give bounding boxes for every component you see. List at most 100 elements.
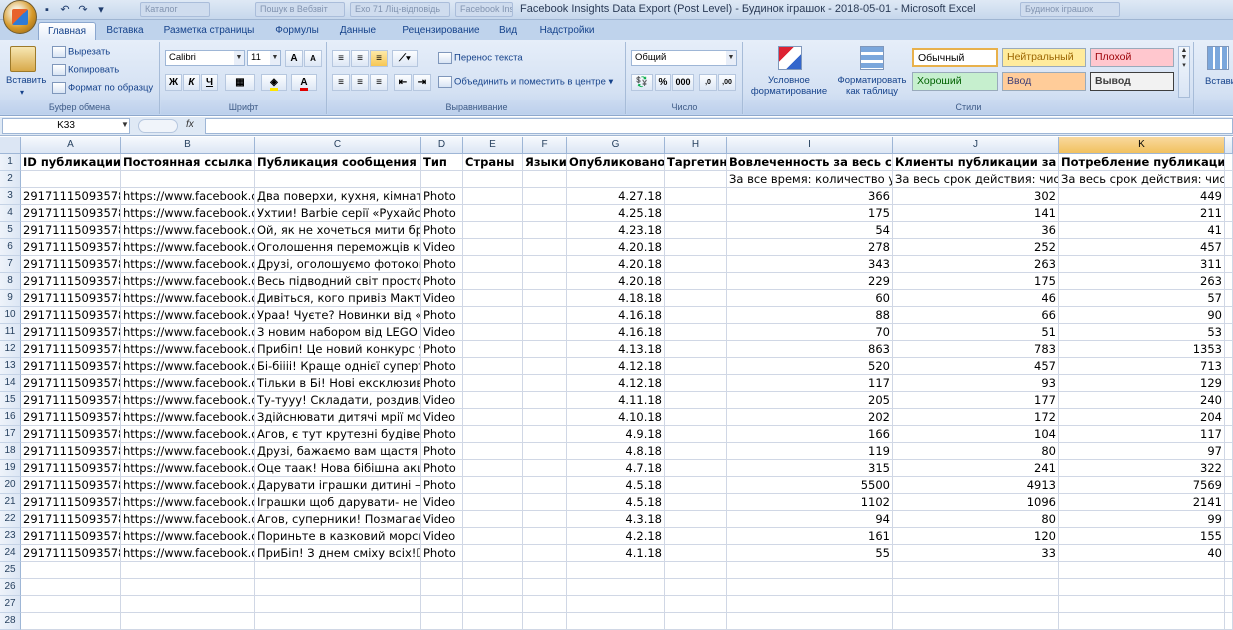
table-cell[interactable]: 80 xyxy=(893,443,1059,460)
tab-home[interactable]: Главная xyxy=(38,22,96,40)
table-cell[interactable] xyxy=(463,222,523,239)
table-cell[interactable]: 291711150935784 xyxy=(21,375,121,392)
table-cell[interactable]: 863 xyxy=(727,341,893,358)
table-cell[interactable]: 291711150935784 xyxy=(21,341,121,358)
table-cell[interactable] xyxy=(893,613,1059,630)
table-cell[interactable]: Photo xyxy=(421,545,463,562)
table-cell[interactable]: https://www.facebook.com xyxy=(121,358,255,375)
table-cell[interactable]: 263 xyxy=(893,256,1059,273)
align-center-button[interactable]: ≡ xyxy=(351,74,369,91)
align-left-button[interactable]: ≡ xyxy=(332,74,350,91)
table-cell[interactable] xyxy=(523,460,567,477)
tab-formulas[interactable]: Формулы xyxy=(270,22,324,40)
table-cell[interactable]: З новим набором від LEGO Fr xyxy=(255,324,421,341)
table-cell[interactable]: Video xyxy=(421,409,463,426)
table-cell[interactable] xyxy=(1225,324,1233,341)
table-cell[interactable] xyxy=(665,494,727,511)
table-cell[interactable] xyxy=(523,392,567,409)
tab-review[interactable]: Рецензирование xyxy=(392,22,490,40)
table-cell[interactable]: 291711150935784 xyxy=(21,205,121,222)
table-cell[interactable] xyxy=(1225,222,1233,239)
table-cell[interactable]: 205 xyxy=(727,392,893,409)
table-cell[interactable]: https://www.facebook.com xyxy=(121,188,255,205)
table-cell[interactable]: https://www.facebook.com xyxy=(121,307,255,324)
table-cell[interactable] xyxy=(727,579,893,596)
table-cell[interactable] xyxy=(523,188,567,205)
column-title-cell[interactable]: Вовлеченность за весь срок действия xyxy=(727,154,893,171)
table-cell[interactable]: Photo xyxy=(421,460,463,477)
table-cell[interactable]: Photo xyxy=(421,477,463,494)
row-header[interactable]: 28 xyxy=(0,613,21,630)
table-cell[interactable]: 278 xyxy=(727,239,893,256)
table-cell[interactable]: 4.12.18 xyxy=(567,358,665,375)
table-cell[interactable] xyxy=(1225,494,1233,511)
table-cell[interactable] xyxy=(1225,613,1233,630)
table-cell[interactable]: 291711150935784 xyxy=(21,545,121,562)
table-cell[interactable] xyxy=(1225,409,1233,426)
column-header-k[interactable]: K xyxy=(1059,137,1225,154)
table-cell[interactable]: 252 xyxy=(893,239,1059,256)
percent-button[interactable]: % xyxy=(655,74,671,91)
table-cell[interactable] xyxy=(727,613,893,630)
style-normal[interactable]: Обычный xyxy=(912,48,998,67)
table-cell[interactable]: Ураа! Чуєте? Новинки від «Н xyxy=(255,307,421,324)
table-cell[interactable] xyxy=(1225,256,1233,273)
table-cell[interactable]: 120 xyxy=(893,528,1059,545)
table-cell[interactable]: https://www.facebook.com xyxy=(121,443,255,460)
table-cell[interactable]: Video xyxy=(421,324,463,341)
row-header[interactable]: 26 xyxy=(0,579,21,596)
table-cell[interactable]: https://www.facebook.com xyxy=(121,545,255,562)
table-cell[interactable] xyxy=(421,579,463,596)
table-cell[interactable]: 1102 xyxy=(727,494,893,511)
table-cell[interactable]: https://www.facebook.com xyxy=(121,375,255,392)
table-cell[interactable]: Агов, суперники! Позмагаємо xyxy=(255,511,421,528)
orientation-button[interactable]: ⟋▾ xyxy=(392,50,418,67)
table-cell[interactable] xyxy=(463,477,523,494)
table-cell[interactable] xyxy=(255,596,421,613)
table-cell[interactable]: 4.27.18 xyxy=(567,188,665,205)
column-title-cell[interactable]: Тип xyxy=(421,154,463,171)
table-cell[interactable]: Два поверхи, кухня, кімнати xyxy=(255,188,421,205)
table-cell[interactable] xyxy=(463,307,523,324)
table-cell[interactable] xyxy=(1225,460,1233,477)
table-cell[interactable]: 291711150935784 xyxy=(21,392,121,409)
table-cell[interactable] xyxy=(463,460,523,477)
table-cell[interactable]: 141 xyxy=(893,205,1059,222)
table-cell[interactable]: 97 xyxy=(1059,443,1225,460)
table-cell[interactable]: Photo xyxy=(421,188,463,205)
tab-data[interactable]: Данные xyxy=(332,22,384,40)
table-cell[interactable]: 202 xyxy=(727,409,893,426)
row-header[interactable]: 20 xyxy=(0,477,21,494)
table-cell[interactable] xyxy=(665,256,727,273)
insert-cells-button[interactable]: Вставить xyxy=(1205,76,1233,87)
table-cell[interactable] xyxy=(665,477,727,494)
table-cell[interactable]: 1096 xyxy=(893,494,1059,511)
table-cell[interactable]: 104 xyxy=(893,426,1059,443)
table-cell[interactable]: 175 xyxy=(727,205,893,222)
table-cell[interactable]: 302 xyxy=(893,188,1059,205)
table-cell[interactable] xyxy=(523,494,567,511)
column-title-cell[interactable]: Таргетинг xyxy=(665,154,727,171)
table-cell[interactable] xyxy=(1059,596,1225,613)
table-cell[interactable] xyxy=(463,494,523,511)
table-cell[interactable]: 291711150935784 xyxy=(21,477,121,494)
table-cell[interactable]: 4.3.18 xyxy=(567,511,665,528)
table-cell[interactable] xyxy=(463,409,523,426)
table-cell[interactable] xyxy=(1225,579,1233,596)
table-cell[interactable] xyxy=(665,579,727,596)
table-cell[interactable]: Прибіп! Це новий конкурс у xyxy=(255,341,421,358)
row-header[interactable]: 3 xyxy=(0,188,21,205)
qat-dropdown-icon[interactable]: ▾ xyxy=(94,4,108,17)
table-cell[interactable] xyxy=(1225,171,1233,188)
table-cell[interactable] xyxy=(1059,613,1225,630)
table-cell[interactable]: https://www.facebook.com xyxy=(121,477,255,494)
table-cell[interactable] xyxy=(463,256,523,273)
table-cell[interactable]: 117 xyxy=(727,375,893,392)
table-cell[interactable] xyxy=(21,596,121,613)
name-box-dropdown-icon[interactable]: ▼ xyxy=(121,120,129,129)
table-cell[interactable]: Photo xyxy=(421,222,463,239)
table-cell[interactable] xyxy=(523,273,567,290)
table-cell[interactable] xyxy=(463,426,523,443)
table-cell[interactable]: 4.20.18 xyxy=(567,273,665,290)
table-cell[interactable]: 291711150935784 xyxy=(21,290,121,307)
